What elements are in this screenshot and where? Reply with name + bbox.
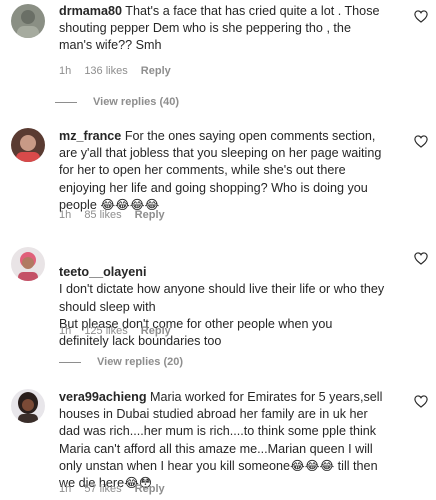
comment-time: 1h (59, 65, 72, 77)
comment-likes[interactable]: 57 likes (84, 483, 121, 495)
user-avatar-icon (11, 4, 45, 38)
comment-username[interactable]: vera99achieng (59, 390, 147, 404)
view-replies-label: View replies (40) (93, 96, 180, 108)
comment-likes[interactable]: 136 likes (84, 65, 127, 77)
like-heart-icon[interactable] (414, 395, 428, 408)
avatar[interactable] (11, 4, 45, 38)
reply-button[interactable]: Reply (135, 209, 165, 221)
comment-username[interactable]: teeto__olayeni (59, 265, 147, 279)
reply-button[interactable]: Reply (141, 65, 171, 77)
like-heart-icon[interactable] (414, 10, 428, 23)
comment-username[interactable]: mz_france (59, 129, 121, 143)
comment-body: I don't dictate how anyone should live t… (59, 282, 385, 349)
reply-button[interactable]: Reply (141, 325, 171, 337)
view-replies-button[interactable]: View replies (20) (59, 356, 183, 368)
comment-body: Maria worked for Emirates for 5 years,se… (59, 390, 383, 491)
comment-text: mz_france For the ones saying open comme… (59, 128, 385, 214)
comment-meta: 1h 125 likes Reply (59, 325, 181, 337)
comment-text: vera99achieng Maria worked for Emirates … (59, 389, 385, 492)
user-avatar-icon (11, 247, 45, 281)
user-avatar-icon (11, 128, 45, 162)
user-avatar-icon (11, 389, 45, 423)
comment-meta: 1h 136 likes Reply (59, 65, 181, 77)
replies-divider (55, 101, 77, 103)
comment-time: 1h (59, 483, 72, 495)
view-replies-label: View replies (20) (97, 356, 184, 368)
like-heart-icon[interactable] (414, 252, 428, 265)
like-heart-icon[interactable] (414, 135, 428, 148)
comment-time: 1h (59, 209, 72, 221)
comment-likes[interactable]: 125 likes (84, 325, 127, 337)
comment-meta: 1h 85 likes Reply (59, 209, 175, 221)
reply-button[interactable]: Reply (135, 483, 165, 495)
comment-likes[interactable]: 85 likes (84, 209, 121, 221)
avatar[interactable] (11, 247, 45, 281)
replies-divider (59, 361, 81, 363)
comment-time: 1h (59, 325, 72, 337)
avatar[interactable] (11, 389, 45, 423)
comment-meta: 1h 57 likes Reply (59, 483, 175, 495)
comment-text: drmama80 That's a face that has cried qu… (59, 3, 381, 55)
comment-username[interactable]: drmama80 (59, 4, 122, 18)
view-replies-button[interactable]: View replies (40) (55, 96, 179, 108)
avatar[interactable] (11, 128, 45, 162)
